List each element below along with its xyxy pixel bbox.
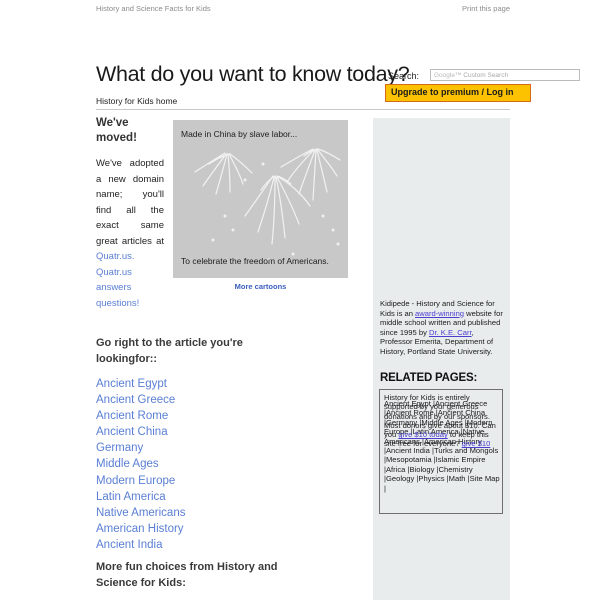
- award-winning-link[interactable]: award-winning: [415, 309, 464, 318]
- search-placeholder-text: Custom Search: [463, 72, 509, 79]
- sidebar-about-text: Kidipede - History and Science for Kids …: [380, 299, 504, 357]
- related-link[interactable]: Site Map: [470, 474, 500, 483]
- article-link[interactable]: Middle Ages: [96, 456, 296, 472]
- cartoon-panel[interactable]: Made in China by slave labor... To celeb…: [173, 120, 348, 278]
- go-right-heading: Go right to the article you're lookingfo…: [96, 337, 243, 365]
- article-link[interactable]: Modern Europe: [96, 473, 296, 489]
- quatr-us-questions-link[interactable]: Quatr.us answers questions!: [96, 267, 139, 309]
- related-link[interactable]: Biology: [410, 465, 435, 474]
- article-link[interactable]: Ancient China: [96, 424, 296, 440]
- nav-home-link[interactable]: History for Kids home: [96, 96, 177, 106]
- moved-body: We've adopted a new domain name; you'll …: [96, 156, 164, 311]
- top-utility-bar: History and Science Facts for Kids Print…: [96, 4, 510, 18]
- page-title: What do you want to know today?: [96, 62, 410, 86]
- right-sidebar: [373, 118, 510, 600]
- related-link[interactable]: Islamic Empire: [436, 455, 486, 464]
- give-10-today-link[interactable]: give $10 today: [398, 430, 447, 439]
- print-page-link[interactable]: Print this page: [462, 4, 510, 13]
- page-root: History and Science Facts for Kids Print…: [0, 0, 600, 600]
- related-link[interactable]: Geology: [386, 474, 414, 483]
- article-link[interactable]: Ancient Egypt: [96, 376, 296, 392]
- related-link[interactable]: Africa: [386, 465, 405, 474]
- more-cartoons-link[interactable]: More cartoons: [173, 282, 348, 291]
- article-link[interactable]: American History: [96, 521, 296, 537]
- related-pages-heading: RELATED PAGES:: [380, 372, 478, 384]
- quatr-us-link[interactable]: Quatr.us.: [96, 251, 135, 262]
- more-fun-heading: More fun choices from History and Scienc…: [96, 561, 278, 589]
- related-link[interactable]: Mesopotamia: [386, 455, 432, 464]
- article-link[interactable]: Ancient India: [96, 537, 296, 553]
- moved-heading: We've moved!: [96, 117, 137, 144]
- article-link-list: Ancient Egypt Ancient Greece Ancient Rom…: [96, 376, 296, 553]
- article-link[interactable]: Latin America: [96, 489, 296, 505]
- article-link[interactable]: Ancient Rome: [96, 408, 296, 424]
- upgrade-premium-button[interactable]: Upgrade to premium / Log in: [385, 84, 531, 102]
- moved-body-text: We've adopted a new domain name; you'll …: [96, 158, 164, 247]
- google-brand-placeholder: Google™: [434, 72, 462, 79]
- related-link[interactable]: Math: [449, 474, 466, 483]
- nav-divider: [96, 109, 510, 110]
- give-10-link[interactable]: give $10: [462, 439, 491, 448]
- cartoon-caption-bottom: To celebrate the freedom of Americans.: [181, 256, 329, 266]
- related-link[interactable]: Physics: [418, 474, 444, 483]
- left-column: We've moved! We've adopted a new domain …: [96, 116, 164, 311]
- donation-appeal-text: History for Kids is entirely supported b…: [384, 393, 500, 449]
- fireworks-illustration: [194, 148, 341, 262]
- article-link[interactable]: Ancient Greece: [96, 392, 296, 408]
- article-link[interactable]: Native Americans: [96, 505, 296, 521]
- article-link[interactable]: Germany: [96, 440, 296, 456]
- search-label: Search:: [388, 71, 420, 81]
- search-input[interactable]: Google™ Custom Search: [430, 69, 580, 81]
- related-link[interactable]: Chemistry: [439, 465, 473, 474]
- author-link[interactable]: Dr. K.E. Carr: [429, 328, 472, 337]
- site-tagline: History and Science Facts for Kids: [96, 4, 211, 13]
